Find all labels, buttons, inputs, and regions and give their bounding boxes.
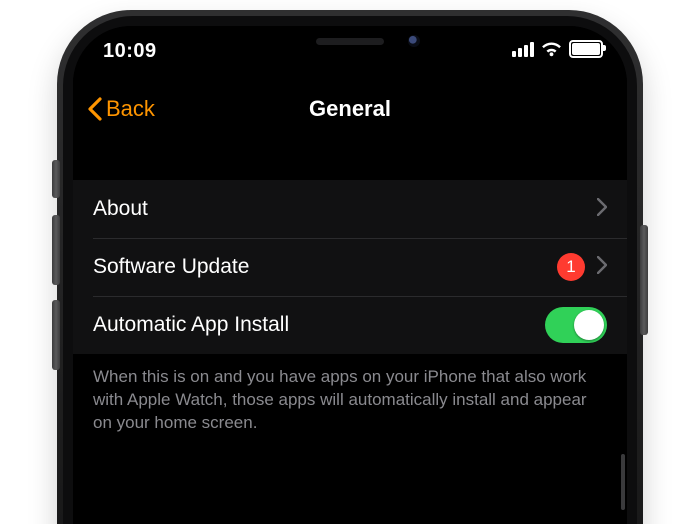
mute-switch: [52, 160, 60, 198]
row-auto-install-label: Automatic App Install: [93, 313, 545, 337]
status-time: 10:09: [103, 40, 157, 63]
navigation-bar: Back General: [73, 86, 627, 132]
row-about[interactable]: About: [73, 180, 627, 238]
page-title: General: [309, 96, 391, 122]
chevron-right-icon: [597, 198, 607, 221]
power-button: [640, 225, 648, 335]
screen: 10:09 Back General: [73, 26, 627, 524]
volume-up-button: [52, 215, 60, 285]
front-camera: [408, 35, 420, 47]
settings-list: About Software Update 1 Automatic App In…: [73, 180, 627, 435]
toggle-knob: [574, 310, 604, 340]
battery-icon: [569, 40, 603, 58]
cellular-signal-icon: [512, 42, 534, 57]
phone-bezel: 10:09 Back General: [73, 26, 627, 524]
row-auto-install: Automatic App Install: [73, 296, 627, 354]
row-about-label: About: [93, 197, 597, 221]
update-badge: 1: [557, 253, 585, 281]
notch: [220, 26, 480, 60]
back-label: Back: [106, 96, 155, 122]
speaker-grille: [316, 38, 384, 45]
row-software-update[interactable]: Software Update 1: [73, 238, 627, 296]
section-footer: When this is on and you have apps on you…: [73, 354, 627, 435]
volume-down-button: [52, 300, 60, 370]
row-software-update-label: Software Update: [93, 255, 557, 279]
scroll-indicator: [621, 454, 625, 510]
back-button[interactable]: Back: [87, 96, 155, 122]
chevron-right-icon: [597, 256, 607, 279]
auto-install-toggle[interactable]: [545, 307, 607, 343]
wifi-icon: [541, 42, 562, 57]
chevron-left-icon: [87, 97, 102, 121]
